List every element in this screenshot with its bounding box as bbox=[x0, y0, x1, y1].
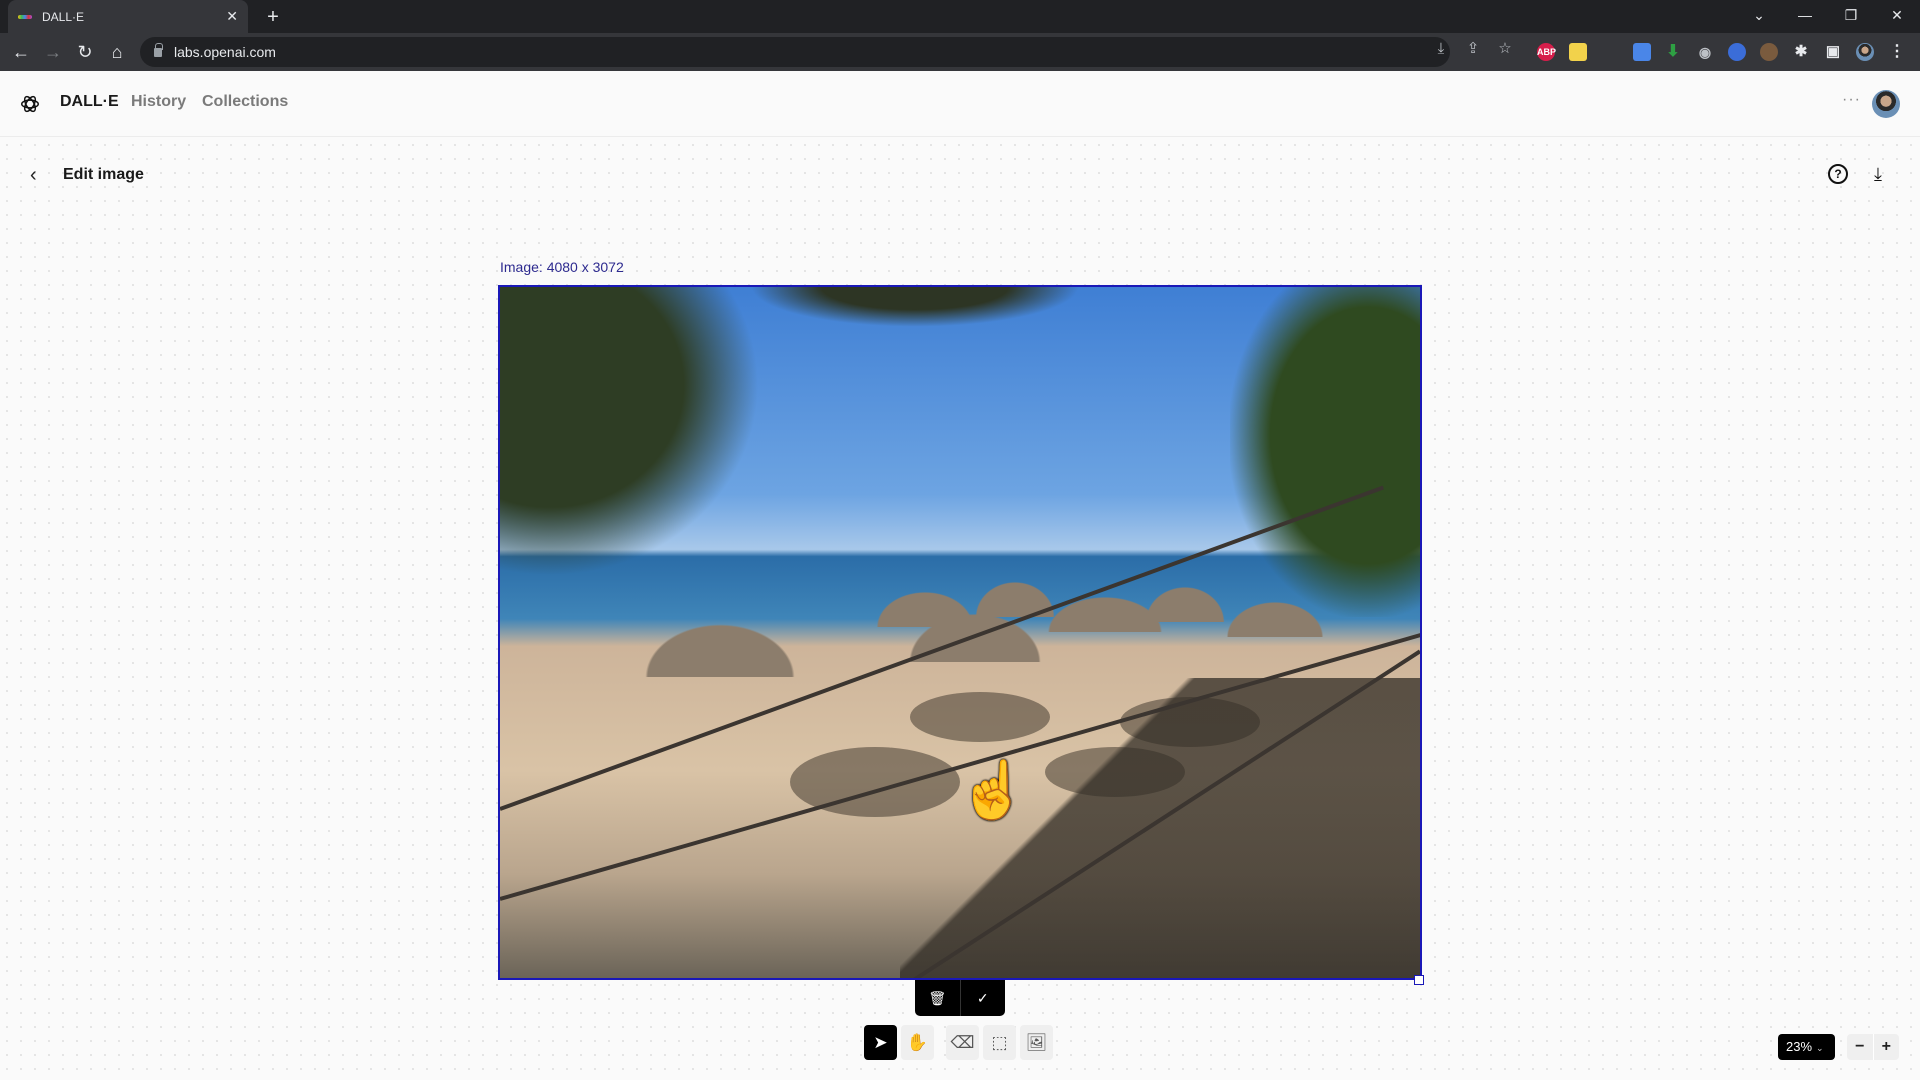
share-icon[interactable]: ⇪ bbox=[1462, 38, 1484, 60]
umbrella bbox=[1140, 582, 1230, 622]
dalle-favicon-icon bbox=[18, 14, 32, 19]
forward-icon[interactable]: → bbox=[40, 39, 66, 65]
download-icon[interactable]: ⤓ bbox=[1874, 164, 1882, 185]
address-bar[interactable]: labs.openai.com bbox=[140, 37, 1450, 67]
eraser-tool-button[interactable]: ⌫ bbox=[946, 1025, 979, 1060]
back-icon[interactable]: ← bbox=[8, 39, 34, 65]
select-tool-button[interactable]: ➤ bbox=[864, 1025, 897, 1060]
home-icon[interactable]: ⌂ bbox=[104, 39, 130, 65]
zoom-in-button[interactable]: + bbox=[1874, 1034, 1900, 1060]
tab-search-icon[interactable]: ⌄ bbox=[1736, 0, 1782, 30]
openai-logo-icon[interactable] bbox=[19, 93, 41, 115]
browser-toolbar: ← → ↻ ⌂ labs.openai.com ⤓ ⇪ ☆ ABP ⬇ ◉ ✱ … bbox=[0, 33, 1920, 71]
brown-extension-icon[interactable] bbox=[1760, 43, 1778, 61]
pine-tree-right bbox=[1230, 287, 1420, 617]
user-avatar[interactable] bbox=[1872, 90, 1900, 118]
pan-tool-button[interactable]: ✋ bbox=[901, 1025, 934, 1060]
umbrella bbox=[635, 617, 805, 677]
brand-dalle[interactable]: DALL·E bbox=[60, 93, 119, 111]
edited-image-beach[interactable]: ☝ bbox=[498, 285, 1422, 980]
adblock-plus-icon[interactable]: ABP bbox=[1537, 43, 1556, 61]
back-chevron-icon[interactable]: ‹ bbox=[30, 164, 37, 187]
lock-icon bbox=[154, 42, 163, 57]
reload-icon[interactable]: ↻ bbox=[72, 39, 98, 65]
tab-title: DALL·E bbox=[42, 9, 85, 24]
editor-toolbar: ➤ ✋ ⌫ ⬚ 🖼 bbox=[864, 1025, 1053, 1060]
browser-tab-bar: DALL·E ✕ + ⌄ — ❐ ✕ bbox=[0, 0, 1920, 33]
install-app-icon[interactable]: ⤓ bbox=[1430, 38, 1452, 60]
upload-image-button[interactable]: 🖼 bbox=[1020, 1025, 1053, 1060]
umbrella bbox=[1220, 597, 1330, 637]
shaded-path bbox=[900, 678, 1420, 978]
add-generation-frame-button[interactable]: ⬚ bbox=[983, 1025, 1016, 1060]
nav-history[interactable]: History bbox=[131, 93, 186, 111]
restore-button[interactable]: ❐ bbox=[1828, 0, 1874, 30]
hand-pointer-cursor-icon: ☝ bbox=[958, 758, 1028, 821]
side-panel-icon[interactable]: ▣ bbox=[1824, 43, 1842, 61]
pine-branch-top bbox=[750, 287, 1080, 327]
close-window-button[interactable]: ✕ bbox=[1874, 0, 1920, 30]
zoom-level-dropdown[interactable]: 23% ⌄ bbox=[1778, 1034, 1835, 1060]
page-title: Edit image bbox=[63, 166, 144, 183]
zoom-level-value: 23% bbox=[1786, 1039, 1813, 1054]
bookmark-star-icon[interactable]: ☆ bbox=[1494, 38, 1516, 60]
green-download-icon[interactable]: ⬇ bbox=[1664, 43, 1682, 61]
zoom-controls: − + bbox=[1847, 1034, 1899, 1060]
confirm-selection-button[interactable]: ✓ bbox=[961, 980, 1006, 1016]
profile-avatar-icon[interactable] bbox=[1856, 43, 1874, 61]
app-header: DALL·E History Collections ··· bbox=[0, 71, 1920, 137]
sticky-notes-icon[interactable] bbox=[1569, 43, 1587, 61]
chrome-menu-icon[interactable]: ⋮ bbox=[1888, 43, 1906, 61]
help-icon[interactable]: ? bbox=[1828, 164, 1848, 184]
chevron-down-icon: ⌄ bbox=[1816, 1043, 1824, 1053]
delete-selection-button[interactable]: 🗑 bbox=[915, 980, 961, 1016]
resize-handle[interactable] bbox=[1414, 975, 1424, 985]
selection-action-bar: 🗑 ✓ bbox=[915, 980, 1005, 1016]
nav-collections[interactable]: Collections bbox=[202, 93, 288, 111]
camera-extension-icon[interactable]: ◉ bbox=[1696, 43, 1714, 61]
more-options-icon[interactable]: ··· bbox=[1842, 91, 1861, 109]
tag-extension-icon[interactable] bbox=[1633, 43, 1651, 61]
tab-close-icon[interactable]: ✕ bbox=[226, 8, 238, 25]
zoom-out-button[interactable]: − bbox=[1847, 1034, 1874, 1060]
image-dimensions-label: Image: 4080 x 3072 bbox=[500, 259, 624, 275]
browser-tab[interactable]: DALL·E ✕ bbox=[8, 0, 248, 33]
umbrella bbox=[870, 587, 980, 627]
editor-canvas[interactable]: ‹ Edit image ? ⤓ Image: 4080 x 3072 ☝ 🗑 … bbox=[0, 138, 1920, 1080]
new-tab-button[interactable]: + bbox=[260, 4, 286, 30]
color-extension-icon[interactable] bbox=[1728, 43, 1746, 61]
pine-tree-left bbox=[500, 287, 760, 577]
rainbow-extension-icon[interactable] bbox=[1600, 43, 1618, 61]
url-text: labs.openai.com bbox=[174, 44, 276, 60]
extensions-puzzle-icon[interactable]: ✱ bbox=[1792, 43, 1810, 61]
minimize-button[interactable]: — bbox=[1782, 0, 1828, 30]
